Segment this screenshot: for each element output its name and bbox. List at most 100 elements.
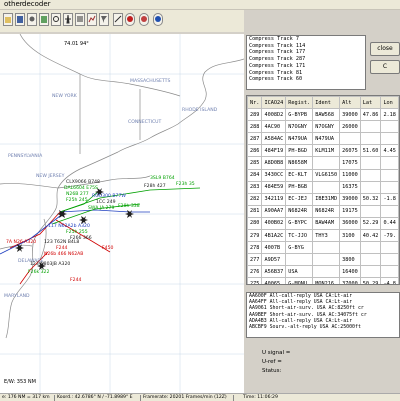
table-cell [312,253,341,267]
list-icon[interactable] [75,13,85,26]
radar-map[interactable]: 74.01 94° MASSACHUSETTS CONNECTICUT NEW … [0,34,244,395]
column-header[interactable]: Nr. [247,96,263,110]
table-row[interactable]: 283 484E59 PH-BGB 16375 [247,180,399,194]
table-cell: 11000 [339,168,361,182]
aircraft-table[interactable]: Nr. ICAO24 Regist. Ident Alt Lat Lon 289… [246,95,400,285]
settings-icon[interactable] [27,13,37,26]
column-header[interactable]: Lat [359,96,382,110]
table-cell: 281 [247,204,263,218]
table-cell: 52.29 [359,216,382,231]
track-icon[interactable] [113,13,123,26]
plane-icon[interactable] [63,13,73,26]
stop-icon[interactable] [125,13,135,26]
aircraft-label[interactable]: F25h 245 [66,198,88,203]
aircraft-label[interactable]: F450 [102,246,113,251]
aircraft-label[interactable]: DAL6604 E75S [64,186,98,191]
table-row[interactable]: 277 A9D57 3800 [247,253,399,267]
aircraft-label[interactable]: F244 [56,246,67,251]
column-header[interactable]: Lon [380,96,399,110]
table-cell: 276 [247,265,263,279]
table-cell: -79. [380,229,399,243]
table-cell: N479UA [312,132,341,146]
aircraft-label[interactable]: 7A N26 A320 [6,240,36,245]
aircraft-label[interactable]: N26B 277 [66,192,89,197]
column-header[interactable]: ICAO24 [261,96,287,110]
table-cell: 279 [247,229,263,243]
aircraft-label[interactable]: F28h 338 [118,204,140,209]
aircraft-marker [125,210,134,218]
table-cell: 342119 [261,192,287,206]
aircraft-label[interactable]: F26k 322 [28,270,49,275]
table-row[interactable]: 275 40065 G-MONU MON216 37000 50.29 -4.8 [247,277,399,284]
table-cell [359,132,382,146]
table-cell: N7OGNY [285,120,314,134]
table-cell [359,253,382,267]
column-header[interactable]: Alt [339,96,361,110]
table-row[interactable]: 286 484F19 PH-BGD KLM11M 26075 51.60 4.45 [247,144,399,158]
table-cell: USA [285,265,314,279]
column-header[interactable]: Regist. [285,96,314,110]
open-icon[interactable] [3,13,13,26]
table-row[interactable]: 289 4008D2 G-BYPB BAW568 39000 47.86 2.18 [247,108,399,122]
aircraft-label[interactable]: F25h 255 [66,230,88,235]
table-cell [359,120,382,134]
table-cell: 282 [247,192,263,206]
info-icon[interactable] [153,13,163,26]
command-line: Compress Track 177 [249,49,306,56]
table-row[interactable]: 278 4007B G-BYG [247,241,399,255]
table-row[interactable]: 282 342119 EC-JEJ IBE31MD 39000 50.32 -1.8 [247,192,399,206]
aircraft-label[interactable]: F28h 427 [144,184,166,189]
aircraft-label[interactable]: 123 T62N B4L8 [44,240,79,245]
aircraft-label[interactable]: SWA JA 279 [88,206,114,211]
table-row[interactable]: 276 A56B37 USA 16400 [247,265,399,279]
table-cell: A584AC [261,132,287,146]
aircraft-label[interactable]: 3SL9 B764 [150,176,175,181]
table-cell: G-BYPB [285,108,314,122]
save-icon[interactable] [15,13,25,26]
table-cell [359,180,382,194]
table-row[interactable]: 288 4AC90 N7OGNY N7OGNY 26000 [247,120,399,134]
aircraft-label[interactable]: ROU300 B77W [92,194,126,199]
table-cell: N479UA [285,132,314,146]
column-header[interactable]: Ident [312,96,341,110]
table-cell: 26075 [339,144,361,158]
message-line: ABCBF9 Sourv.-alt-reply USA AC:25000ft [249,324,361,331]
c-button[interactable]: C [370,60,400,74]
menu-decoder[interactable]: decoder [22,0,51,9]
table-row[interactable]: 287 A584AC N479UA N479UA [247,132,399,146]
aircraft-label[interactable]: 117 N62A2b A320 [48,224,90,229]
map-icon[interactable] [39,13,49,26]
table-row[interactable]: 285 A8D0B8 N8658M 17075 [247,156,399,170]
table-row[interactable]: 284 3430CC EC-KLT VLG6150 11000 [247,168,399,182]
aircraft-label[interactable]: CLX9066 B748 [66,180,100,185]
message-log[interactable]: AA600F All-call-reply USA CA:Lt-air AA64… [246,292,400,338]
table-cell: -4.8 [380,277,399,284]
menu-other[interactable]: other [4,0,23,9]
table-row[interactable]: 279 4B1A2C TC-JJO THY3 3100 40.42 -79. [247,229,399,243]
table-cell [380,168,399,182]
table-row[interactable]: 281 A90AA7 N6824R N6824R 19175 [247,204,399,218]
aircraft-label[interactable]: 123 N803JB A320 [30,262,70,267]
table-cell: 3430CC [261,168,287,182]
table-cell: 289 [247,108,263,122]
target-icon[interactable] [51,13,61,26]
aircraft-label[interactable]: 1CC 249 [96,200,116,205]
toolbar [0,10,244,32]
record-icon[interactable] [139,13,149,26]
status-separator [54,395,55,401]
table-cell: 19175 [339,204,361,218]
table-cell [312,156,341,170]
table-row[interactable]: 280 400B02 G-BYPC BAW4AM 36000 52.29 0.44 [247,216,399,231]
aircraft-label[interactable]: F244 [70,278,81,283]
signal-label: U signal = [262,350,291,356]
map-top-readout: 74.01 94° [64,41,89,47]
table-cell: PH-BGB [285,180,314,194]
aircraft-label[interactable]: N26b 466 N62AB [44,252,83,257]
close-button[interactable]: close [370,42,400,56]
aircraft-label[interactable]: F23h 35 [176,182,195,187]
filter-icon[interactable] [99,13,109,26]
map-coastline [0,34,244,339]
chart-icon[interactable] [87,13,97,26]
command-log[interactable]: Compress Track 7 Compress Track 114 Comp… [246,35,366,90]
table-cell [285,253,314,267]
